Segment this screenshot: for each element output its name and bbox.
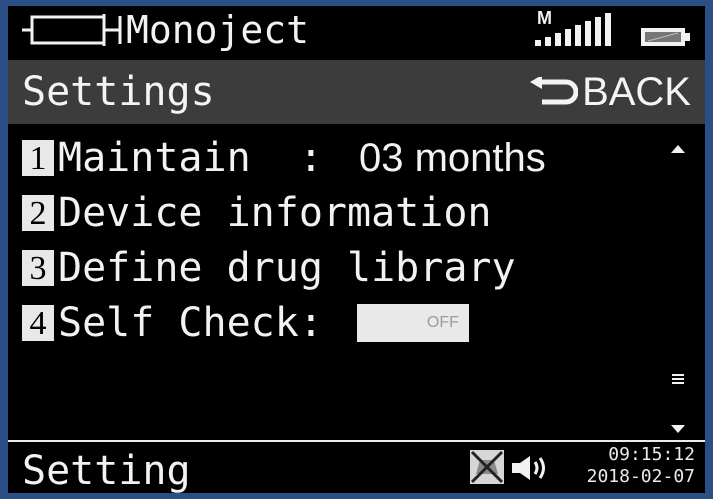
clock-date: 2018-02-07 [586, 466, 695, 487]
device-screen: Monoject M Settings BACK 1 Maintain: 03… [8, 6, 705, 493]
scroll-down-icon[interactable] [670, 424, 686, 434]
syringe-icon [22, 14, 122, 46]
battery-icon [641, 28, 690, 46]
menu-item-maintain[interactable]: 1 Maintain : 03 months [22, 133, 546, 183]
status-bar: Monoject M [8, 6, 705, 54]
app-title: Monoject [126, 8, 310, 52]
clock-time: 09:15:12 [608, 444, 695, 465]
page-title: Settings [22, 69, 215, 115]
menu-item-label: Maintain : [58, 135, 347, 181]
menu-item-label: Self Check: [58, 300, 323, 346]
scroll-thumb-icon[interactable] [672, 374, 684, 384]
footer-label: Setting [22, 448, 191, 493]
speaker-icon [512, 456, 545, 480]
title-bar: Settings BACK [8, 60, 705, 124]
toggle-state-label: OFF [426, 314, 459, 331]
item-number-badge: 4 [22, 305, 54, 342]
mute-icon [470, 450, 504, 484]
menu-item-device-information[interactable]: 2 Device information [22, 188, 491, 238]
menu-item-self-check[interactable]: 4 Self Check: OFF [22, 298, 469, 348]
scroll-up-icon[interactable] [670, 144, 686, 154]
menu-item-label: Device information [58, 190, 492, 236]
maintain-value: 03 months [358, 136, 546, 180]
back-button[interactable]: BACK [528, 70, 691, 114]
signal-strength-icon: M [531, 8, 639, 48]
item-number-badge: 1 [22, 140, 54, 177]
menu-item-define-drug-library[interactable]: 3 Define drug library [22, 243, 516, 293]
footer-bar: Setting 09:15:12 2018-02-07 [8, 440, 705, 493]
self-check-toggle[interactable]: OFF [356, 304, 469, 342]
back-label: BACK [582, 70, 691, 114]
clock: 09:15:12 2018-02-07 [587, 444, 695, 488]
network-label: M [537, 8, 552, 28]
menu-item-label: Define drug library [58, 245, 516, 291]
item-number-badge: 3 [22, 250, 54, 287]
item-number-badge: 2 [22, 195, 54, 232]
back-arrow-icon [530, 77, 579, 105]
